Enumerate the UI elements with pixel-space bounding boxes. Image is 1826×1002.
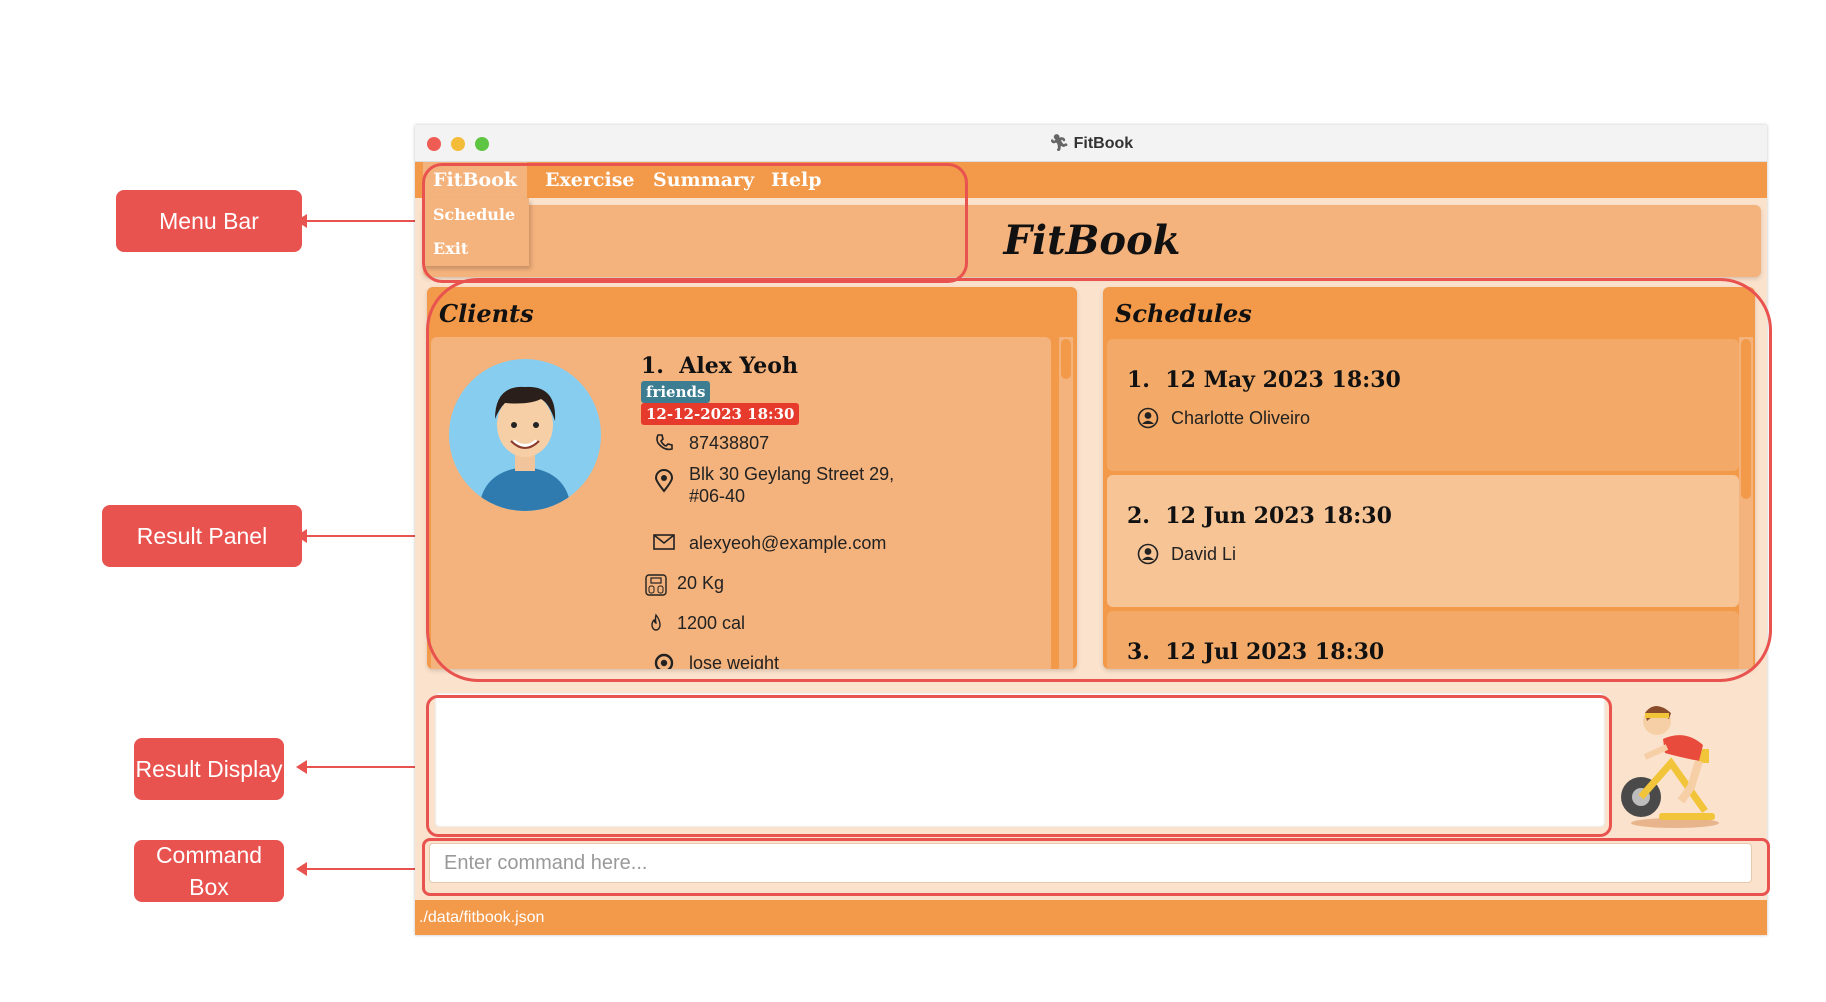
result-panel-arrow [296,529,420,543]
result-display [435,693,1605,827]
runner-icon: 🏃︎ [1048,135,1070,152]
schedules-scrollbar[interactable] [1739,337,1753,669]
schedules-panel-title: Schedules [1115,299,1252,328]
schedules-scrollbar-thumb[interactable] [1741,339,1751,499]
menu-bar-arrow [296,214,424,228]
client-goal: lose weight [651,653,779,669]
tag-friends: friends [641,381,711,403]
window-title: 🏃︎ FitBook [1048,135,1134,152]
clients-scrollbar[interactable] [1059,337,1073,669]
menu-summary[interactable]: Summary [643,162,764,198]
client-name: 1. Alex Yeoh [641,353,798,379]
status-bar: ./data/fitbook.json [415,900,1767,935]
client-calories: 1200 cal [643,613,745,634]
schedule-date: 3. 12 Jul 2023 18:30 [1127,639,1385,665]
fitbook-window: 🏃︎ FitBook FitBook Exercise Summary Help… [415,125,1767,935]
client-card[interactable]: 1. Alex Yeoh friends 12-12-2023 18:30 87… [431,337,1051,669]
menu-item-schedule[interactable]: Schedule [423,198,529,232]
schedule-item[interactable]: 3. 12 Jul 2023 18:30 [1107,611,1739,669]
command-box-arrow [296,862,424,876]
data-file-path: ./data/fitbook.json [419,909,545,926]
menu-bar: FitBook Exercise Summary Help [415,162,1767,198]
mail-icon [651,533,677,551]
schedule-client: David Li [1137,543,1236,565]
weighing-scale-icon [643,573,669,597]
fitbook-dropdown-menu: Schedule Exit [423,198,529,266]
flame-icon [643,613,669,633]
schedule-date: 1. 12 May 2023 18:30 [1127,367,1401,393]
schedule-client: Charlotte Oliveiro [1137,407,1310,429]
command-input[interactable] [429,843,1752,883]
clients-scrollbar-thumb[interactable] [1061,339,1071,379]
client-phone: 87438807 [651,433,769,454]
cyclist-illustration [1615,691,1733,831]
schedules-panel: Schedules 1. 12 May 2023 18:30 Charlotte… [1103,287,1755,669]
schedule-item[interactable]: 2. 12 Jun 2023 18:30 David Li [1107,475,1739,607]
client-weight: 20 Kg [643,573,724,597]
person-icon [1137,543,1159,565]
menu-item-exit[interactable]: Exit [423,232,529,266]
menu-fitbook[interactable]: FitBook [423,162,528,198]
schedule-item[interactable]: 1. 12 May 2023 18:30 Charlotte Oliveiro [1107,339,1739,471]
title-bar: 🏃︎ FitBook [415,125,1767,162]
command-box-callout: Command Box [134,840,284,902]
phone-icon [651,433,677,453]
location-pin-icon [651,469,677,493]
client-address: Blk 30 Geylang Street 29, #06-40 [651,463,894,507]
header-title: FitBook [1003,217,1181,264]
result-display-arrow [296,760,424,774]
client-email: alexyeoh@example.com [651,533,886,554]
menu-help[interactable]: Help [761,162,832,198]
target-icon [651,653,677,669]
result-panel-callout: Result Panel [102,505,302,567]
person-icon [1137,407,1159,429]
client-avatar [449,359,601,511]
menu-exercise[interactable]: Exercise [535,162,644,198]
clients-panel-title: Clients [439,299,534,328]
app-header: FitBook [423,205,1761,277]
clients-panel: Clients 1. Alex Yeoh friends 12-12-2023 [427,287,1077,669]
schedule-date: 2. 12 Jun 2023 18:30 [1127,503,1392,529]
tag-appointment-date: 12-12-2023 18:30 [641,403,800,425]
menu-bar-callout: Menu Bar [116,190,302,252]
result-display-callout: Result Display [134,738,284,800]
